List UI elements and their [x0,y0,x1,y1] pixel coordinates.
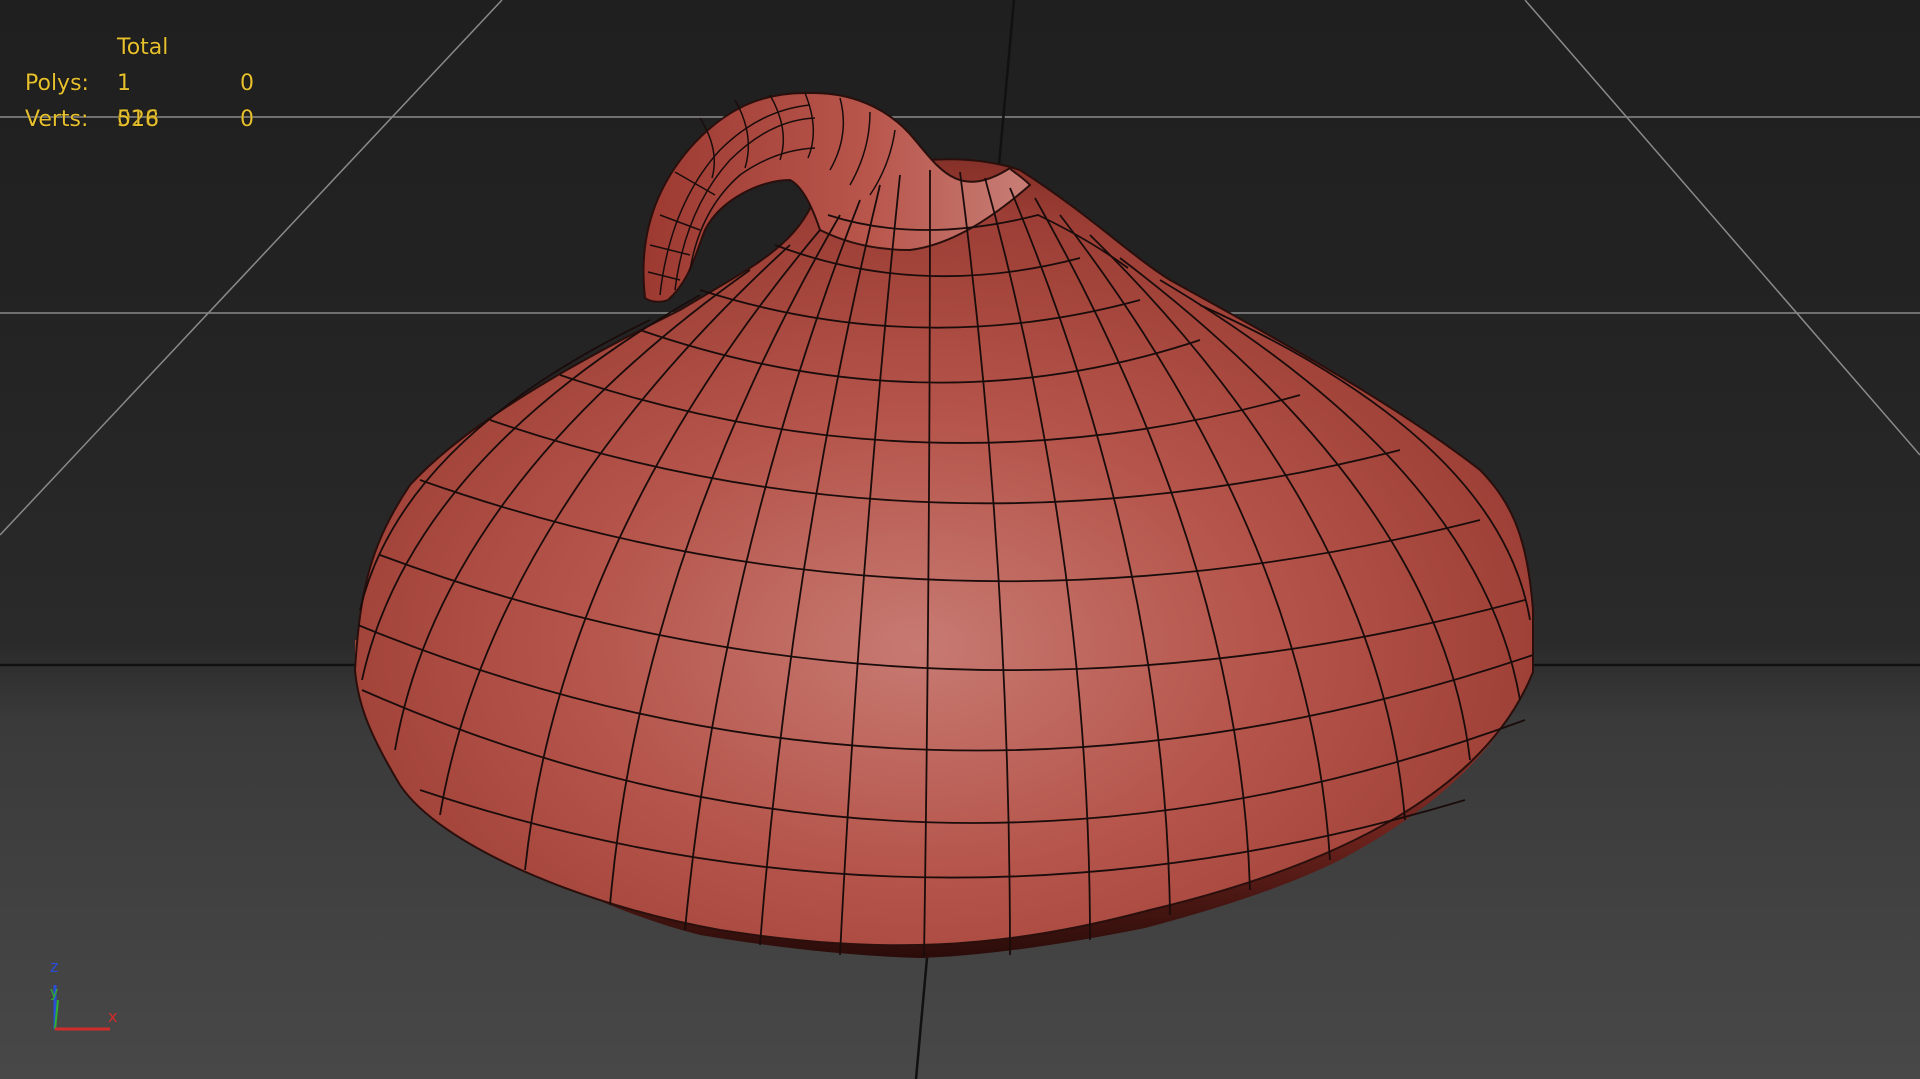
axis-tripod: z y x [50,957,117,1031]
viewport-scene[interactable]: z y x [0,0,1920,1079]
axis-z-label: z [50,957,58,976]
stats-label: Verts: [25,107,89,132]
stats-total-value: 516 [117,107,159,132]
grid-line [1524,0,1920,456]
teapot-lid-mesh[interactable] [353,91,1534,959]
stats-label: Polys: [25,71,89,96]
stats-selected-value: 0 [240,71,254,96]
perspective-viewport[interactable]: z y x Total Polys: 1 028 0 Verts: 516 0 [0,0,1920,1079]
stats-header-total: Total [117,35,169,60]
axis-x-label: x [108,1007,117,1026]
mesh-dome [353,158,1534,947]
stats-selected-value: 0 [240,107,254,132]
axis-y-label: y [50,985,58,1001]
